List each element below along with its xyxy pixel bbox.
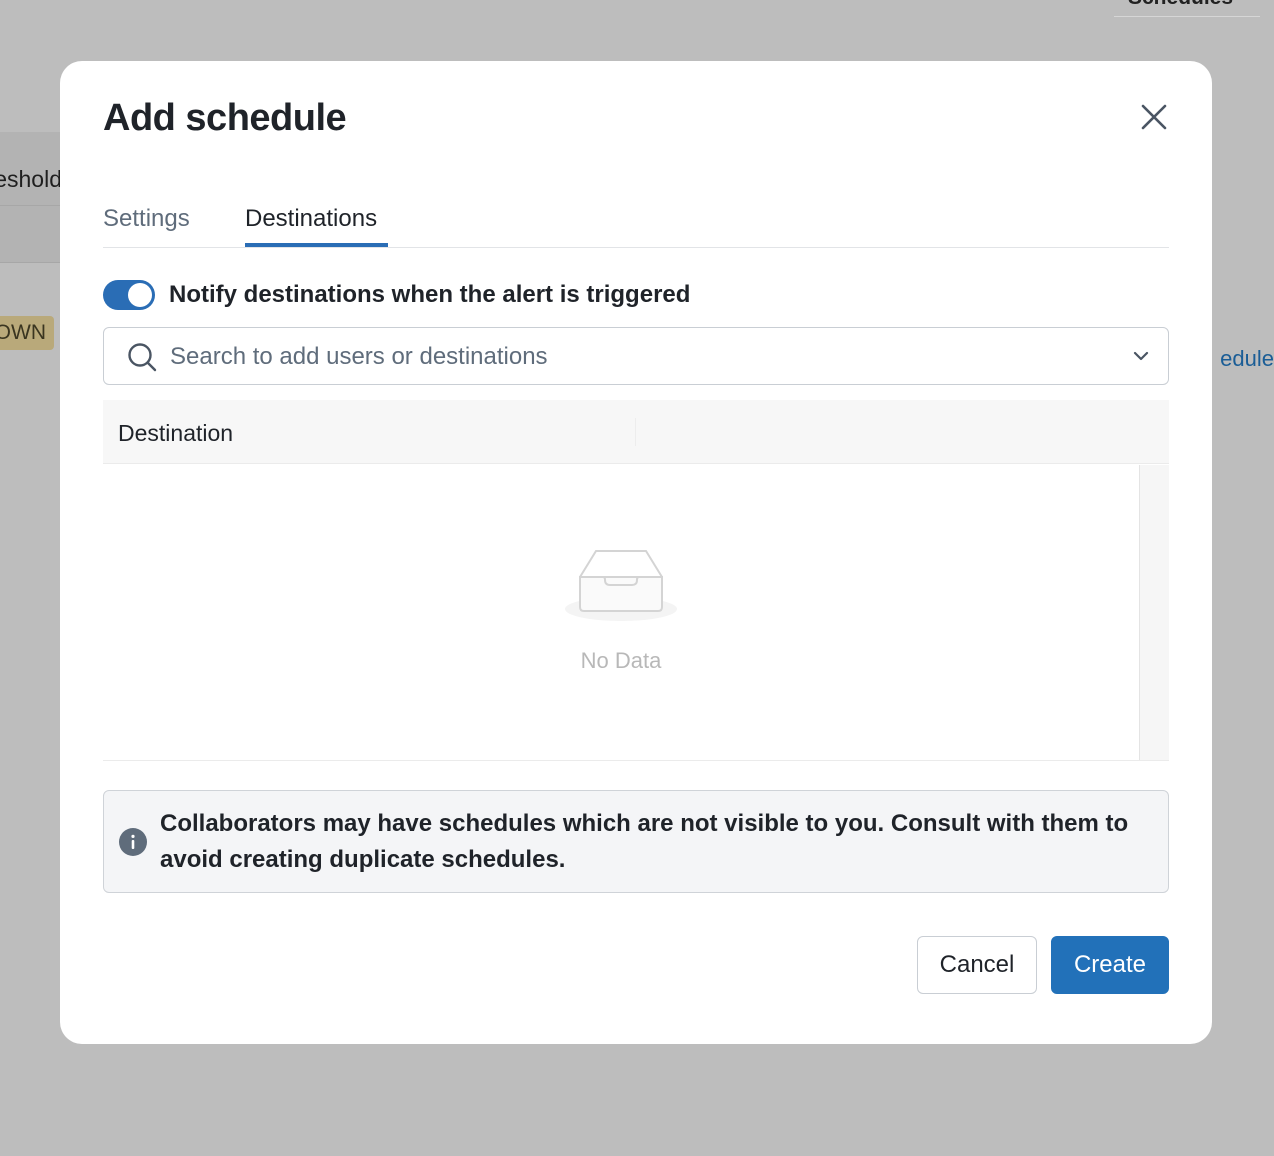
table-scrollbar[interactable]	[1139, 465, 1169, 760]
background-row	[0, 206, 62, 263]
create-button[interactable]: Create	[1051, 936, 1169, 994]
background-tab-label: Schedules	[1128, 0, 1233, 10]
search-placeholder: Search to add users or destinations	[170, 343, 548, 370]
background-link: edule	[1220, 346, 1274, 371]
empty-inbox-icon	[565, 550, 677, 621]
toggle-knob	[128, 283, 152, 307]
info-alert-text: Collaborators may have schedules which a…	[160, 810, 1129, 873]
empty-state: No Data	[563, 549, 679, 674]
background-row-label: eshold	[0, 166, 62, 192]
destinations-table: Destination No Data	[103, 400, 1169, 761]
notify-toggle[interactable]	[103, 280, 155, 310]
destination-search-input[interactable]: Search to add users or destinations	[103, 327, 1169, 385]
cancel-button[interactable]: Cancel	[917, 936, 1037, 994]
tab-settings[interactable]: Settings	[103, 205, 190, 233]
close-icon	[1141, 104, 1167, 130]
notify-toggle-row: Notify destinations when the alert is tr…	[103, 280, 690, 310]
background-status-badge: OWN	[0, 316, 54, 350]
active-tab-indicator	[245, 243, 388, 247]
column-header-destination: Destination	[118, 420, 234, 446]
modal-tabs: Settings Destinations	[103, 199, 1169, 248]
table-body: No Data	[103, 465, 1169, 761]
chevron-down-icon[interactable]	[1132, 349, 1150, 363]
add-schedule-modal: Add schedule Settings Destinations Notif…	[60, 61, 1212, 1044]
background-tab: Schedules	[1114, 0, 1260, 17]
empty-state-label: No Data	[580, 648, 662, 673]
background-row: eshold	[0, 132, 62, 206]
background-badge-label: OWN	[0, 321, 46, 344]
modal-title: Add schedule	[103, 97, 347, 139]
column-divider	[635, 418, 636, 446]
info-alert: Collaborators may have schedules which a…	[103, 790, 1169, 893]
tab-destinations[interactable]: Destinations	[245, 205, 377, 233]
search-icon	[128, 343, 157, 372]
info-icon	[119, 828, 147, 856]
table-header: Destination	[103, 400, 1169, 464]
close-button[interactable]	[1136, 99, 1172, 135]
notify-toggle-label: Notify destinations when the alert is tr…	[169, 281, 691, 308]
